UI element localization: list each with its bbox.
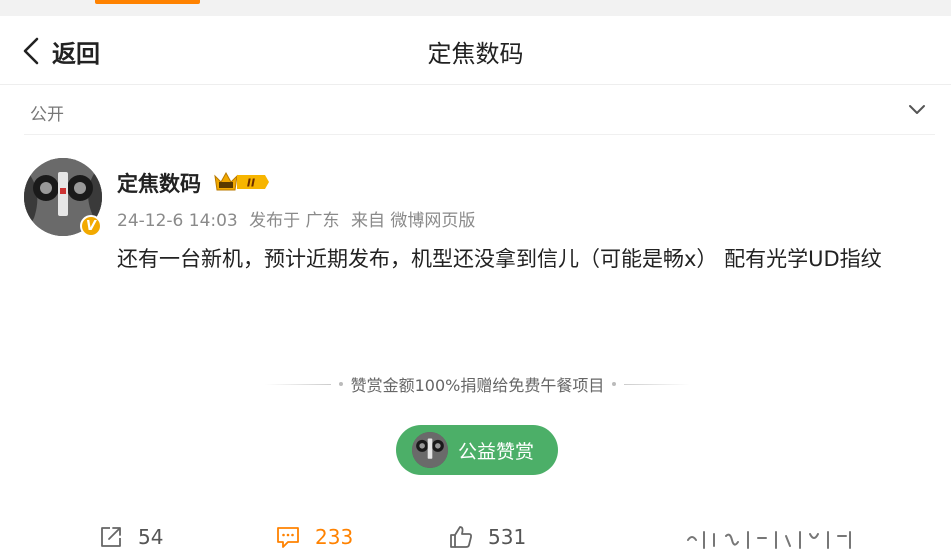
watermark-scribble — [687, 531, 851, 549]
divider-dot — [612, 382, 617, 386]
charity-reward-label: 公益赞赏 — [458, 440, 535, 463]
comment-button[interactable]: 233 — [275, 524, 353, 550]
reward-notice-text: 赞赏金额100%捐赠给免费午餐项目 — [350, 376, 605, 395]
page-title: 定焦数码 — [427, 40, 524, 68]
repost-count: 54 — [138, 525, 164, 549]
top-strip — [0, 0, 951, 16]
like-button[interactable]: 531 — [448, 524, 526, 550]
chevron-down-icon — [909, 105, 925, 114]
crown-icon[interactable]: II — [213, 170, 269, 194]
comment-icon — [277, 527, 299, 548]
post-location: 发布于 广东 — [249, 211, 340, 231]
member-level-label: II — [247, 177, 255, 190]
visibility-label: 公开 — [30, 105, 64, 125]
thumbs-up-icon — [450, 526, 472, 548]
divider-left — [265, 383, 331, 385]
page-header: 返回 定焦数码 — [0, 16, 951, 85]
divider-right — [624, 383, 690, 385]
charity-reward-button[interactable]: 公益赞赏 — [396, 425, 558, 475]
divider-dot — [338, 382, 343, 386]
reward-notice: 赞赏金额100%捐赠给免费午餐项目 — [265, 372, 690, 396]
post-source: 来自 微博网页版 — [350, 211, 476, 231]
visibility-selector[interactable]: 公开 — [24, 88, 935, 135]
username[interactable]: 定焦数码 — [117, 168, 201, 198]
verified-badge: V — [80, 215, 102, 237]
active-tab-indicator — [95, 0, 200, 4]
comment-count: 233 — [315, 525, 354, 549]
like-count: 531 — [488, 525, 527, 549]
reward-avatar — [412, 432, 448, 468]
post-text: 还有一台新机，预计近期发布，机型还没拿到信儿（可能是畅x） 配有光学UD指纹 — [117, 247, 882, 271]
share-icon — [101, 527, 121, 547]
post-time[interactable]: 24-12-6 14:03 — [117, 211, 238, 231]
repost-button[interactable]: 54 — [98, 524, 163, 550]
post-meta: 24-12-6 14:03 发布于 广东 来自 微博网页版 — [117, 206, 481, 231]
